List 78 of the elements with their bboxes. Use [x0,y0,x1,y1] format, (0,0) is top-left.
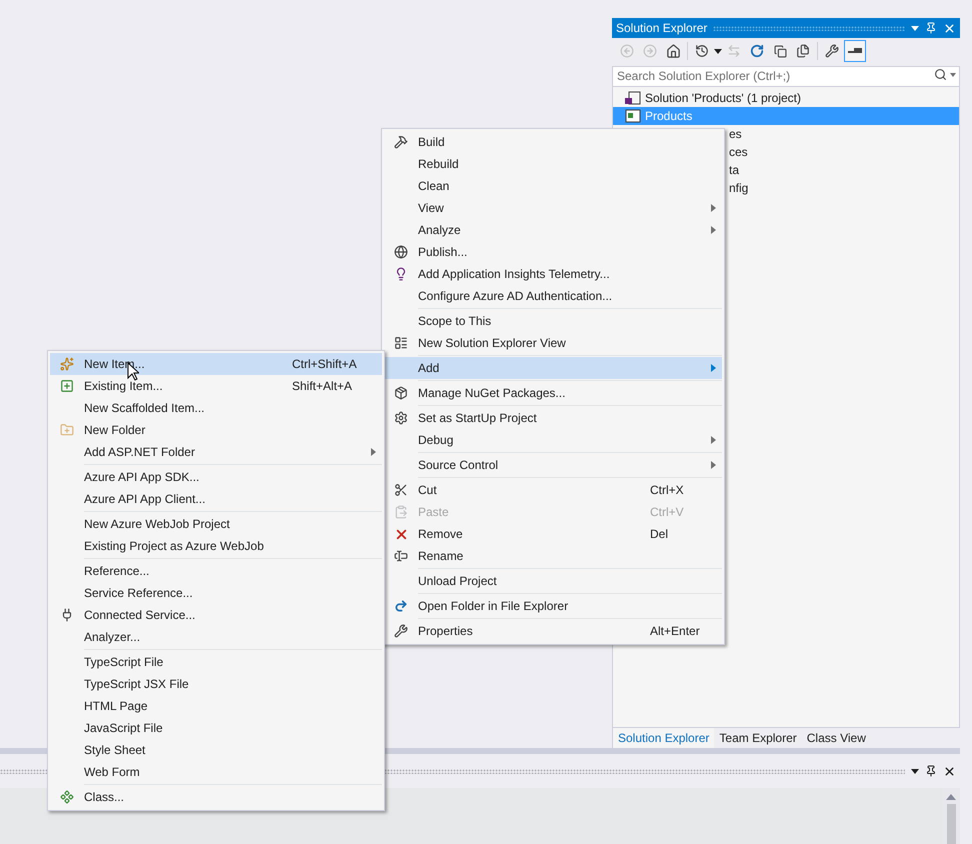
menu-item[interactable]: TypeScript JSX File [50,673,382,695]
curved-arrow-icon [394,599,408,613]
plug-icon [60,608,74,622]
scroll-up-arrow-icon[interactable] [946,794,956,800]
submenu-arrow-icon [711,364,717,372]
menu-item[interactable]: JavaScript File [50,717,382,739]
search-icon[interactable] [934,68,947,81]
menu-item[interactable]: Style Sheet [50,739,382,761]
class-icon [60,790,74,804]
menu-item[interactable]: Reference... [50,560,382,582]
menu-item[interactable]: Cut Ctrl+X [384,479,722,501]
menu-item[interactable]: Connected Service... [50,604,382,626]
menu-item[interactable]: View [384,197,722,219]
menu-item[interactable]: Open Folder in File Explorer [384,595,722,617]
menu-item[interactable]: Remove Del [384,523,722,545]
submenu-arrow-icon [711,204,717,212]
menu-item[interactable]: New Scaffolded Item... [50,397,382,419]
preview-icon [848,48,862,54]
folder-icon [60,423,74,437]
lightbulb-icon [394,267,408,281]
dropdown-icon[interactable] [911,768,919,774]
submenu-arrow-icon [711,226,717,234]
caret-icon[interactable] [714,48,722,54]
menu-item[interactable]: Publish... [384,241,722,263]
gear-icon [394,411,408,425]
menu-item[interactable]: TypeScript File [50,651,382,673]
menu-item[interactable]: Scope to This [384,310,722,332]
scissors-icon [394,483,408,497]
menu-item[interactable]: Clean [384,175,722,197]
menu-item[interactable]: Service Reference... [50,582,382,604]
panel-title: Solution Explorer [616,20,708,37]
list-window-icon [394,336,408,350]
menu-item[interactable]: Add ASP.NET Folder [50,441,382,463]
panel-tab[interactable]: Class View [802,728,871,748]
menu-item[interactable]: Configure Azure AD Authentication... [384,285,722,307]
menu-item[interactable]: Existing Item... Shift+Alt+A [50,375,382,397]
menu-item[interactable]: Analyzer... [50,626,382,648]
menu-item[interactable]: Add Application Insights Telemetry... [384,263,722,285]
square-plus-icon [60,379,74,393]
hammer-icon [394,135,408,149]
text-field-icon [394,549,408,563]
preview-toggle[interactable] [844,40,866,62]
menu-item[interactable]: Analyze [384,219,722,241]
tree-item[interactable]: Solution 'Products' (1 project) [613,89,959,107]
menu-item[interactable]: Debug [384,429,722,451]
menu-item[interactable]: Unload Project [384,570,722,592]
menu-item[interactable]: Rebuild [384,153,722,175]
package-icon [394,386,408,400]
submenu-arrow-icon [371,448,377,456]
panel-tab[interactable]: Team Explorer [714,728,802,748]
menu-item[interactable]: Azure API App SDK... [50,466,382,488]
menu-item[interactable]: New Folder [50,419,382,441]
globe-icon [394,245,408,259]
pin-icon[interactable] [925,765,937,777]
menu-item[interactable]: Manage NuGet Packages... [384,382,722,404]
menu-item[interactable]: Class... [50,786,382,808]
menu-item[interactable]: Web Form [50,761,382,783]
menu-item[interactable]: Existing Project as Azure WebJob [50,535,382,557]
menu-item[interactable]: HTML Page [50,695,382,717]
close-icon[interactable] [943,764,956,778]
menu-item[interactable]: Build [384,131,722,153]
menu-item[interactable]: Properties Alt+Enter [384,620,722,642]
menu-item[interactable]: New Azure WebJob Project [50,513,382,535]
project-icon [625,109,641,123]
panel-tab[interactable]: Solution Explorer [612,728,714,748]
scrollbar[interactable] [942,788,960,844]
submenu-arrow-icon [711,461,717,469]
menu-item[interactable]: Source Control [384,454,722,476]
menu-item[interactable]: Rename [384,545,722,567]
menu-item[interactable]: Set as StartUp Project [384,407,722,429]
menu-item[interactable]: Azure API App Client... [50,488,382,510]
solution-icon [625,91,641,105]
wrench-icon [394,624,408,638]
menu-item[interactable]: Add [384,357,722,379]
clipboard-icon [394,505,408,519]
menu-item[interactable]: New Solution Explorer View [384,332,722,354]
search-field[interactable]: Search Solution Explorer (Ctrl+;) [612,66,960,86]
submenu-arrow-icon [711,436,717,444]
